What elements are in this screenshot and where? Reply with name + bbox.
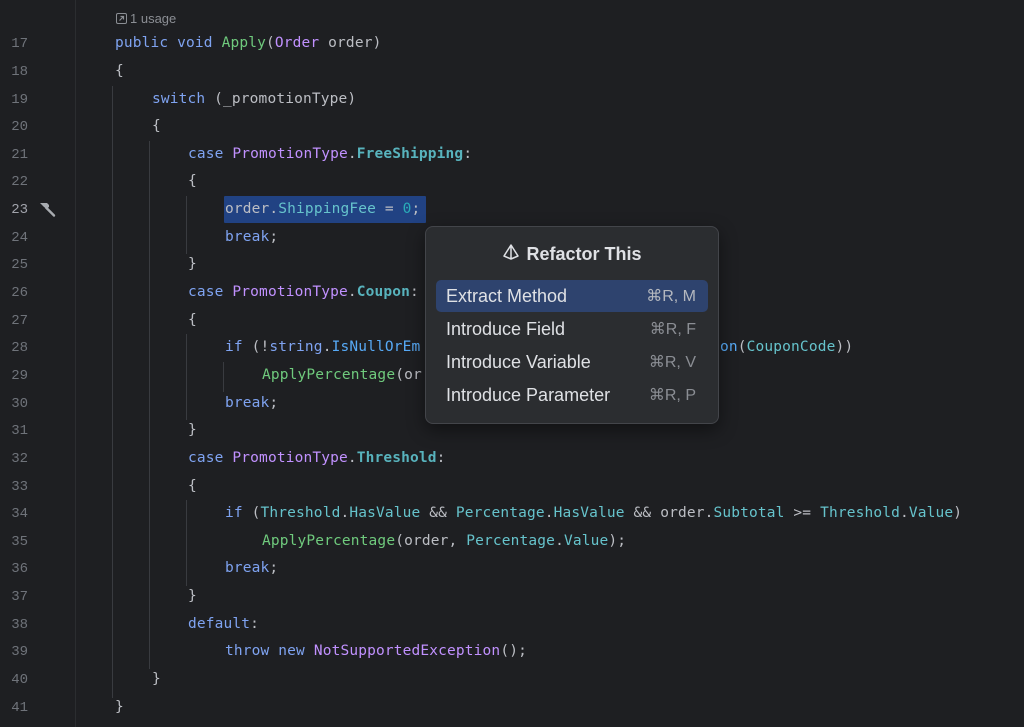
line-number: 36 <box>11 560 28 577</box>
code-text[interactable]: ApplyPercentage(order, Percentage.Value)… <box>262 533 626 549</box>
code-text[interactable]: } <box>188 256 197 272</box>
menu-item-shortcut: ⌘R, F <box>649 321 696 338</box>
line-number: 38 <box>11 616 28 633</box>
line-number: 27 <box>11 312 28 329</box>
refactor-this-popup: Refactor This Extract Method ⌘R, M Intro… <box>425 226 719 424</box>
line-number: 19 <box>11 91 28 108</box>
code-text[interactable]: on(CouponCode)) <box>720 339 853 355</box>
code-text[interactable]: { <box>188 312 197 328</box>
code-text[interactable]: } <box>188 588 197 604</box>
code-text[interactable]: ApplyPercentage(or <box>262 367 422 383</box>
code-text[interactable]: break; <box>225 229 278 245</box>
code-text[interactable]: public void Apply(Order order) <box>115 35 381 51</box>
menu-item-introduce-field[interactable]: Introduce Field ⌘R, F <box>436 313 708 345</box>
line-number: 30 <box>11 395 28 412</box>
line-number: 35 <box>11 533 28 550</box>
line-number: 22 <box>11 173 28 190</box>
code-text[interactable]: break; <box>225 395 278 411</box>
menu-item-introduce-variable[interactable]: Introduce Variable ⌘R, V <box>436 346 708 378</box>
code-line: 18 <box>0 58 1024 86</box>
code-text[interactable]: switch (_promotionType) <box>152 91 356 107</box>
line-number: 24 <box>11 229 28 246</box>
open-usage-arrow-icon <box>116 12 127 24</box>
code-text[interactable]: if (!string.IsNullOrEm <box>225 339 420 355</box>
line-number: 31 <box>11 422 28 439</box>
menu-item-shortcut: ⌘R, V <box>648 354 696 371</box>
refactor-prism-icon <box>502 243 520 266</box>
line-number: 18 <box>11 63 28 80</box>
line-number: 20 <box>11 118 28 135</box>
code-line: 21 <box>0 141 1024 169</box>
line-number: 23 <box>11 201 28 218</box>
code-text-selected[interactable]: order.ShippingFee = 0; <box>225 201 420 217</box>
code-text[interactable]: { <box>115 63 124 79</box>
popup-title-text: Refactor This <box>526 243 642 264</box>
line-number: 32 <box>11 450 28 467</box>
line-number: 39 <box>11 643 28 660</box>
code-line: 38 <box>0 611 1024 639</box>
code-line: 33 <box>0 473 1024 501</box>
menu-item-label: Extract Method <box>446 285 568 306</box>
code-text[interactable]: case PromotionType.FreeShipping: <box>188 146 472 162</box>
menu-item-shortcut: ⌘R, P <box>648 387 696 404</box>
menu-item-label: Introduce Variable <box>446 351 591 372</box>
line-number: 33 <box>11 478 28 495</box>
code-text[interactable]: { <box>188 173 197 189</box>
line-number: 25 <box>11 256 28 273</box>
line-number: 40 <box>11 671 28 688</box>
line-number: 26 <box>11 284 28 301</box>
menu-item-extract-method[interactable]: Extract Method ⌘R, M <box>436 280 708 312</box>
line-number: 34 <box>11 505 28 522</box>
line-number: 21 <box>11 146 28 163</box>
code-text[interactable]: { <box>152 118 161 134</box>
menu-item-introduce-parameter[interactable]: Introduce Parameter ⌘R, P <box>436 379 708 411</box>
code-text[interactable]: } <box>188 422 197 438</box>
code-text[interactable]: { <box>188 478 197 494</box>
menu-item-label: Introduce Field <box>446 318 566 339</box>
code-text[interactable]: case PromotionType.Coupon: <box>188 284 419 300</box>
code-text[interactable]: if (Threshold.HasValue && Percentage.Has… <box>225 505 962 521</box>
code-line: 23 <box>0 196 1024 224</box>
line-number: 37 <box>11 588 28 605</box>
code-line: 41 <box>0 694 1024 722</box>
code-text[interactable]: } <box>152 671 161 687</box>
code-line: 36 <box>0 555 1024 583</box>
usage-hint[interactable]: 1 usage <box>116 8 176 28</box>
line-number: 17 <box>11 35 28 52</box>
line-number: 41 <box>11 699 28 716</box>
line-number: 29 <box>11 367 28 384</box>
code-text[interactable]: } <box>115 699 124 715</box>
menu-item-shortcut: ⌘R, M <box>646 288 696 305</box>
code-line: 37 <box>0 583 1024 611</box>
code-line: 22 <box>0 168 1024 196</box>
code-line: 32 <box>0 445 1024 473</box>
code-text[interactable]: break; <box>225 560 278 576</box>
code-text[interactable]: default: <box>188 616 259 632</box>
popup-title: Refactor This <box>426 243 718 265</box>
usage-count: 1 usage <box>130 10 177 26</box>
code-text[interactable]: throw new NotSupportedException(); <box>225 643 527 659</box>
code-text[interactable]: case PromotionType.Threshold: <box>188 450 446 466</box>
menu-item-label: Introduce Parameter <box>446 384 611 405</box>
line-number: 28 <box>11 339 28 356</box>
